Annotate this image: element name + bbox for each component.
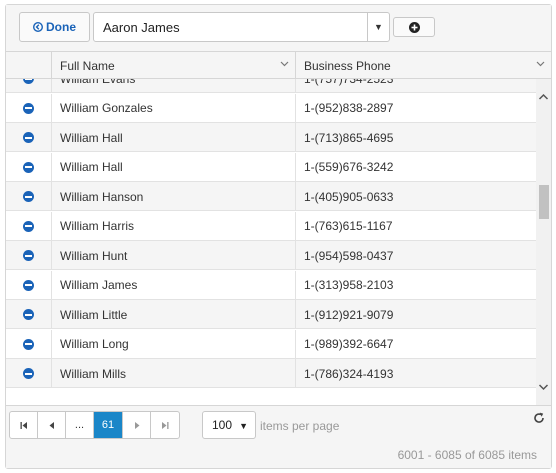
previous-page-button[interactable] (38, 412, 66, 438)
remove-icon[interactable] (23, 279, 34, 291)
business-phone-cell: 1-(954)598-0437 (304, 248, 394, 263)
table-row[interactable]: William Little 1-(912)921-9079 (6, 300, 536, 329)
grid-header: Full Name Business Phone (6, 52, 551, 79)
row-action-cell (6, 152, 52, 182)
remove-icon[interactable] (23, 338, 34, 350)
table-row[interactable]: William Long 1-(989)392-6647 (6, 329, 536, 359)
items-per-page-label: items per page (260, 419, 340, 433)
vertical-scrollbar[interactable] (536, 79, 551, 405)
first-page-icon (20, 421, 27, 429)
column-header-business-phone[interactable]: Business Phone (296, 52, 551, 79)
remove-icon[interactable] (23, 79, 34, 84)
grid-panel: Done Aaron James ▼ Full Name Business Ph… (5, 4, 552, 469)
business-phone-cell: 1-(786)324-4193 (304, 366, 394, 381)
row-action-cell (6, 93, 52, 123)
column-header-full-name[interactable]: Full Name (52, 52, 296, 79)
combobox-value: Aaron James (103, 20, 180, 35)
row-action-cell (6, 241, 52, 270)
grid-body: William Evans1-(757)734-2523William Gonz… (6, 79, 536, 405)
full-name-cell: William Gonzales (52, 93, 296, 123)
full-name-cell: William Hall (52, 152, 296, 182)
row-action-cell (6, 359, 52, 388)
remove-icon[interactable] (23, 368, 34, 379)
done-label: Done (46, 20, 76, 34)
business-phone-cell: 1-(405)905-0633 (304, 189, 394, 204)
remove-icon[interactable] (23, 102, 34, 114)
refresh-icon[interactable] (533, 412, 545, 424)
full-name-cell: William Mills (52, 359, 296, 388)
table-row[interactable]: William Harris 1-(763)615-1167 (6, 211, 536, 241)
row-action-cell (6, 270, 52, 300)
page-size-value: 100 (212, 418, 233, 432)
full-name-cell: William Hanson (52, 182, 296, 211)
first-page-button[interactable] (10, 412, 38, 438)
pager: ... 61 (9, 411, 180, 439)
column-header-label: Business Phone (304, 58, 391, 73)
remove-icon[interactable] (23, 309, 34, 320)
full-name-cell: William Evans (52, 79, 296, 93)
full-name-cell: William Little (52, 300, 296, 329)
pager-info: 6001 - 6085 of 6085 items (397, 448, 537, 462)
business-phone-cell: 1-(713)865-4695 (304, 130, 394, 145)
page-size-dropdown[interactable]: 100 ▼ (202, 411, 256, 439)
business-phone-cell: 1-(313)958-2103 (304, 278, 394, 292)
table-row[interactable]: William Hunt 1-(954)598-0437 (6, 241, 536, 270)
full-name-cell: William Hall (52, 123, 296, 152)
row-action-cell (6, 211, 52, 241)
table-row[interactable]: William James 1-(313)958-2103 (6, 270, 536, 300)
chevron-down-icon[interactable] (280, 61, 289, 67)
scroll-down-icon[interactable] (536, 381, 551, 393)
business-phone-cell: 1-(559)676-3242 (304, 160, 394, 174)
full-name-cell: William Hunt (52, 241, 296, 270)
previous-page-icon (49, 421, 54, 429)
business-phone-cell: 1-(952)838-2897 (304, 101, 394, 115)
row-action-cell (6, 329, 52, 359)
row-action-cell (6, 300, 52, 329)
add-button[interactable] (393, 17, 435, 37)
next-page-icon (134, 421, 139, 429)
row-action-cell (6, 182, 52, 211)
next-page-button[interactable] (123, 412, 151, 438)
business-phone-cell: 1-(763)615-1167 (304, 219, 393, 233)
table-row[interactable]: William Hanson 1-(405)905-0633 (6, 182, 536, 211)
table-row[interactable]: William Hall 1-(559)676-3242 (6, 152, 536, 182)
business-phone-cell: 1-(757)734-2523 (296, 79, 536, 93)
plus-circle-icon (408, 21, 420, 33)
last-page-icon (162, 421, 169, 429)
table-row[interactable]: William Evans1-(757)734-2523 (6, 79, 536, 93)
column-header-label: Full Name (60, 58, 115, 73)
remove-icon[interactable] (23, 191, 34, 202)
name-combobox[interactable]: Aaron James ▼ (93, 12, 390, 42)
circle-arrow-left-icon (33, 22, 43, 32)
header-cell-actions (6, 52, 52, 79)
remove-icon[interactable] (23, 161, 34, 173)
combobox-dropdown-icon[interactable]: ▼ (367, 13, 389, 41)
remove-icon[interactable] (23, 220, 34, 232)
full-name-cell: William Harris (52, 211, 296, 241)
table-row[interactable]: William Hall 1-(713)865-4695 (6, 123, 536, 152)
remove-icon[interactable] (23, 250, 34, 261)
remove-icon[interactable] (23, 132, 34, 143)
row-action-cell (6, 79, 52, 93)
full-name-cell: William Long (52, 329, 296, 359)
done-button[interactable]: Done (19, 12, 90, 42)
business-phone-cell: 1-(989)392-6647 (304, 337, 394, 351)
table-row[interactable]: William Gonzales 1-(952)838-2897 (6, 93, 536, 123)
grid-toolbar: Done Aaron James ▼ (6, 5, 551, 52)
last-page-button[interactable] (151, 412, 179, 438)
dropdown-arrow-icon: ▼ (239, 421, 248, 431)
current-page-button[interactable]: 61 (94, 412, 123, 438)
pager-area: ... 61 100 ▼ items per page 6001 - 6085 … (6, 405, 551, 468)
scrollbar-thumb[interactable] (539, 185, 549, 219)
full-name-cell: William James (52, 270, 296, 300)
scroll-up-icon[interactable] (536, 91, 551, 103)
page-ellipsis-button[interactable]: ... (66, 412, 94, 438)
business-phone-cell: 1-(912)921-9079 (304, 307, 394, 322)
row-action-cell (6, 123, 52, 152)
chevron-down-icon[interactable] (536, 61, 545, 67)
table-row[interactable]: William Mills 1-(786)324-4193 (6, 359, 536, 388)
